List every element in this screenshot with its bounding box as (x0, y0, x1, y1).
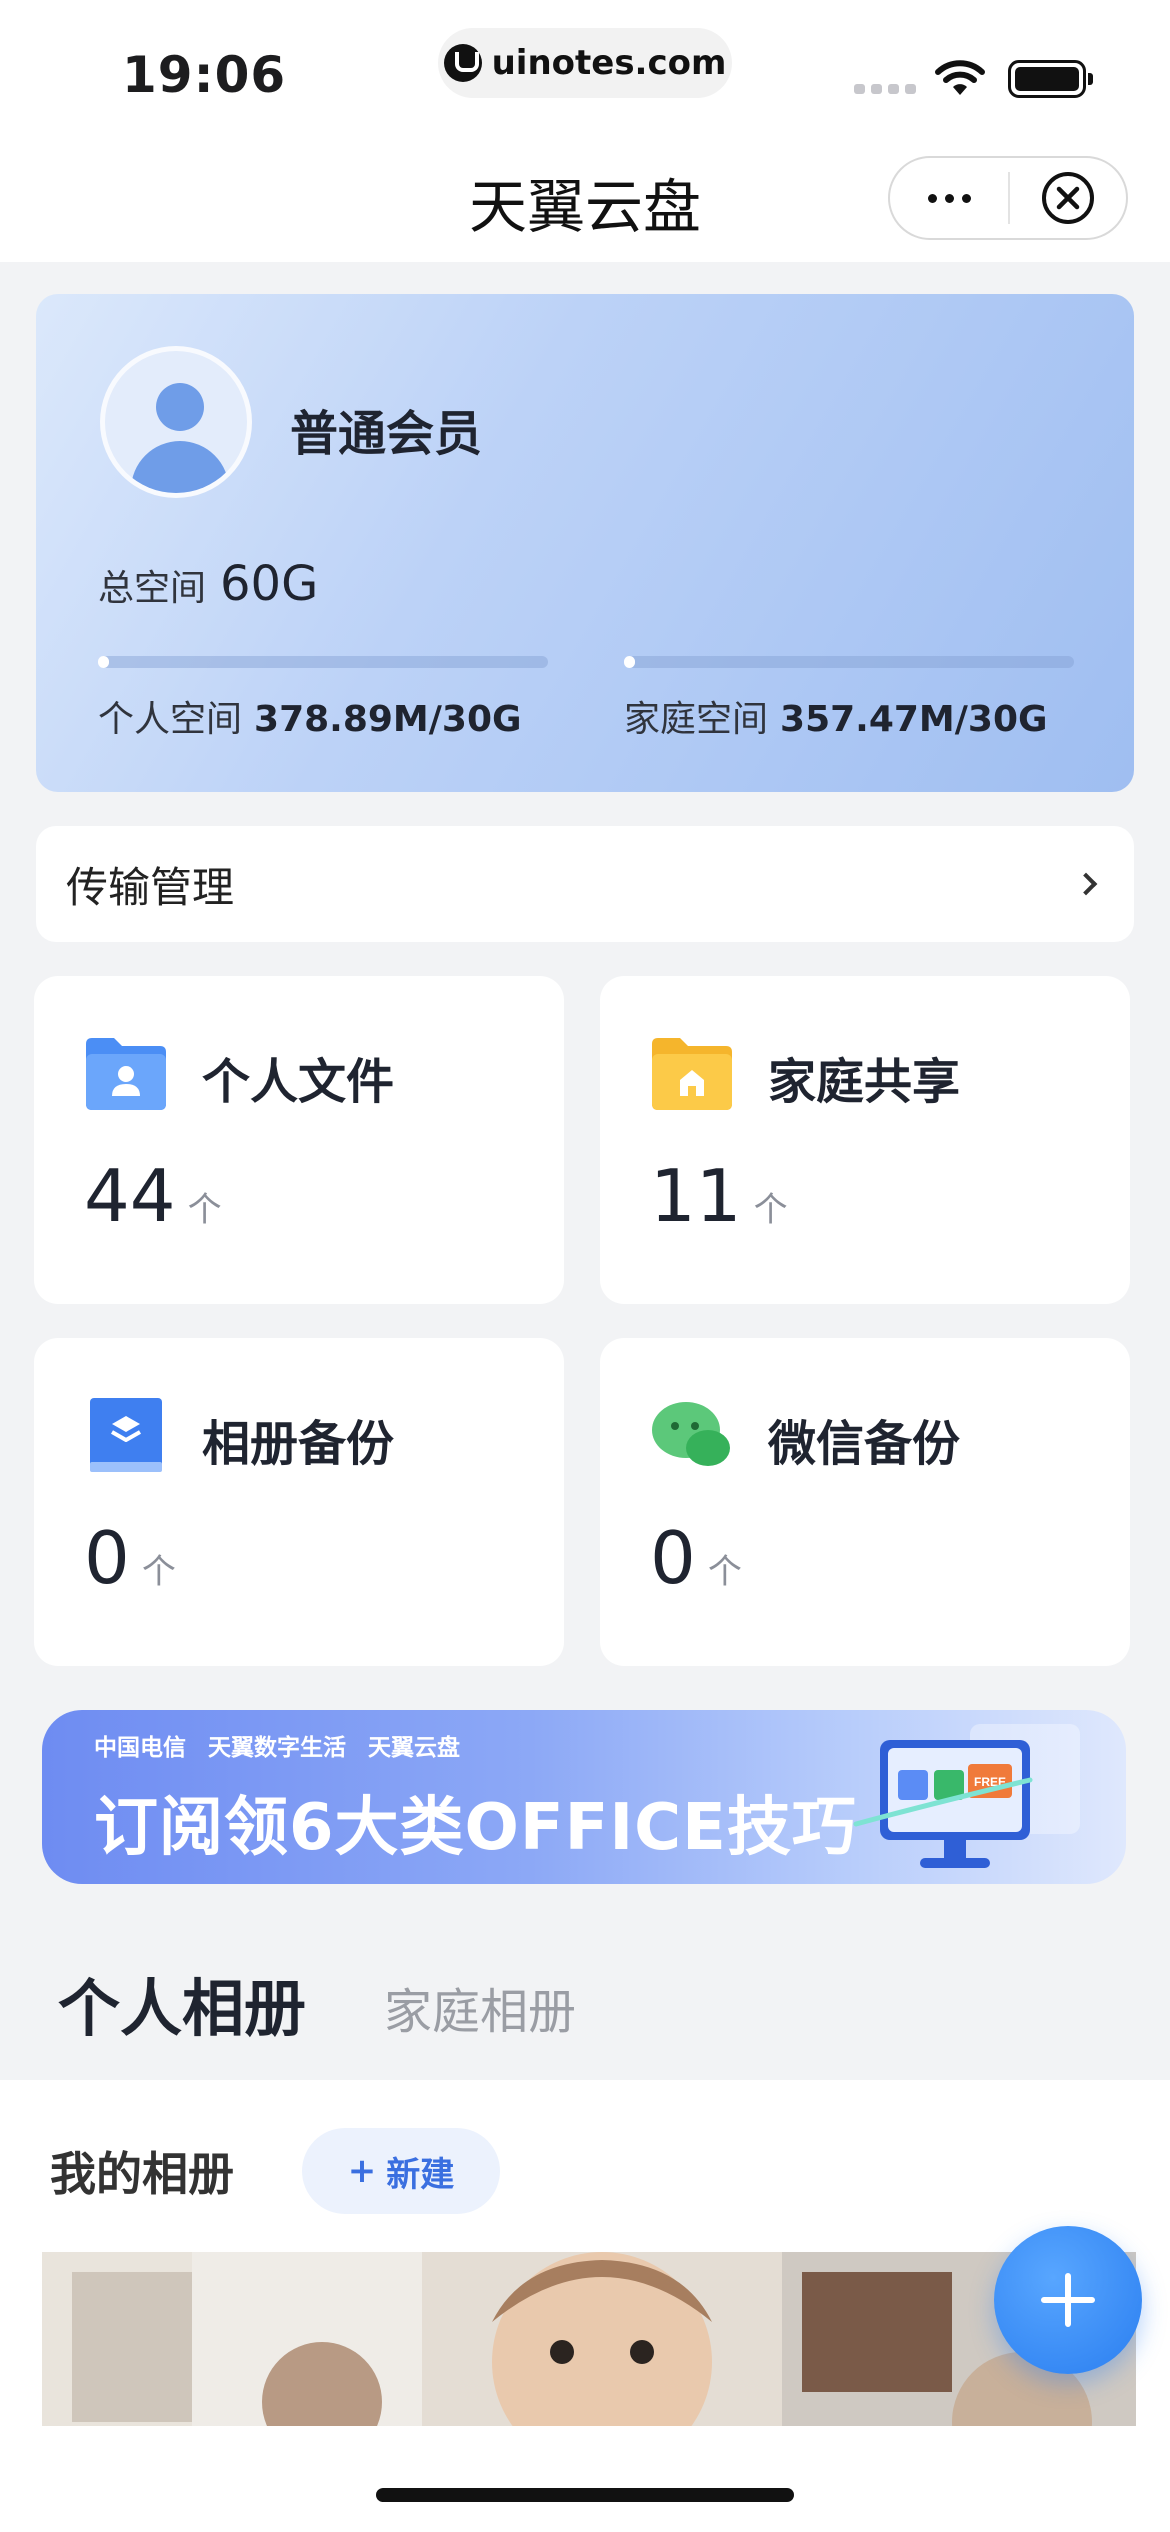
close-button[interactable] (1010, 158, 1126, 238)
family-share-count: 11 个 (650, 1154, 788, 1238)
family-space-label: 家庭空间 (624, 699, 769, 740)
count-unit: 个 (141, 1552, 176, 1592)
plus-small-icon: + (347, 2151, 377, 2191)
personal-space-label: 个人空间 (98, 699, 243, 740)
count-unit: 个 (753, 1190, 788, 1230)
avatar[interactable] (100, 346, 252, 498)
count-unit: 个 (707, 1552, 742, 1592)
wifi-icon (935, 60, 985, 95)
member-level: 普通会员 (290, 406, 483, 462)
person-folder-icon (86, 1038, 166, 1110)
wechat-backup-count: 0 个 (650, 1516, 742, 1600)
signal-icon (854, 84, 916, 94)
status-bar: 19:06 uinotes.com (0, 0, 1170, 130)
personal-files-count: 44 个 (84, 1154, 222, 1238)
new-album-label: 新建 (386, 2154, 455, 2195)
tab-personal-album[interactable]: 个人相册 (58, 1958, 306, 2048)
total-space: 总空间 60G (98, 556, 318, 612)
home-folder-icon (652, 1038, 732, 1110)
home-indicator (376, 2488, 794, 2502)
chevron-right-icon (1074, 872, 1098, 896)
tab-family-album[interactable]: 家庭相册 (384, 1972, 576, 2042)
count-value: 0 (650, 1516, 696, 1600)
wechat-icon (652, 1402, 730, 1466)
office-monitor-illustration: FREE (853, 1724, 1080, 1868)
miniprogram-capsule (888, 156, 1128, 240)
brand-cloud-disk: 天翼云盘 (368, 1735, 460, 1761)
transfer-label: 传输管理 (66, 862, 235, 912)
album-backup-card[interactable]: 相册备份 0 个 (34, 1338, 564, 1666)
add-fab-button[interactable] (994, 2226, 1142, 2374)
my-album-title: 我的相册 (50, 2147, 234, 2201)
album-backup-count: 0 个 (84, 1516, 176, 1600)
url-text: uinotes.com (491, 43, 727, 83)
count-value: 11 (650, 1154, 742, 1238)
new-album-button[interactable]: + 新建 (302, 2128, 500, 2214)
url-pill: uinotes.com (438, 28, 732, 98)
album-cover-image[interactable] (42, 2252, 1136, 2426)
personal-space: 个人空间 378.89M/30G (98, 690, 522, 742)
more-icon[interactable] (890, 158, 1008, 238)
total-space-label: 总空间 (98, 568, 207, 609)
personal-space-bar (98, 656, 548, 668)
count-unit: 个 (187, 1190, 222, 1230)
family-space-bar (624, 656, 1074, 668)
brand-china-telecom: 中国电信 (94, 1735, 186, 1761)
personal-files-card[interactable]: 个人文件 44 个 (34, 976, 564, 1304)
total-space-value: 60G (220, 556, 319, 612)
personal-files-title: 个人文件 (202, 1054, 395, 1110)
wechat-backup-card[interactable]: 微信备份 0 个 (600, 1338, 1130, 1666)
close-icon (1042, 172, 1094, 224)
count-value: 0 (84, 1516, 130, 1600)
wechat-backup-title: 微信备份 (768, 1416, 961, 1472)
album-icon (90, 1398, 162, 1472)
personal-space-value: 378.89M/30G (254, 699, 522, 740)
plus-icon (1041, 2273, 1095, 2327)
count-value: 44 (84, 1154, 176, 1238)
status-time: 19:06 (122, 46, 287, 104)
family-share-card[interactable]: 家庭共享 11 个 (600, 976, 1130, 1304)
battery-icon (1008, 60, 1093, 98)
member-card[interactable]: 普通会员 总空间 60G 个人空间 378.89M/30G 家庭空间 357.47M… (36, 294, 1134, 792)
album-backup-title: 相册备份 (202, 1416, 395, 1472)
brand-digital-life: 天翼数字生活 (208, 1735, 346, 1761)
transfer-management-row[interactable]: 传输管理 (36, 826, 1134, 942)
family-space-value: 357.47M/30G (780, 699, 1048, 740)
nav-bar: 天翼云盘 (0, 130, 1170, 262)
banner-headline: 订阅领6大类OFFICE技巧 (94, 1791, 857, 1865)
family-share-title: 家庭共享 (768, 1054, 961, 1110)
album-tabs: 个人相册 家庭相册 (0, 1900, 1170, 2080)
family-space: 家庭空间 357.47M/30G (624, 690, 1048, 742)
promo-banner[interactable]: 中国电信 天翼数字生活 天翼云盘 订阅领6大类OFFICE技巧 FREE (42, 1710, 1126, 1884)
uinotes-logo-icon (443, 44, 482, 82)
banner-brands: 中国电信 天翼数字生活 天翼云盘 (94, 1728, 460, 1762)
